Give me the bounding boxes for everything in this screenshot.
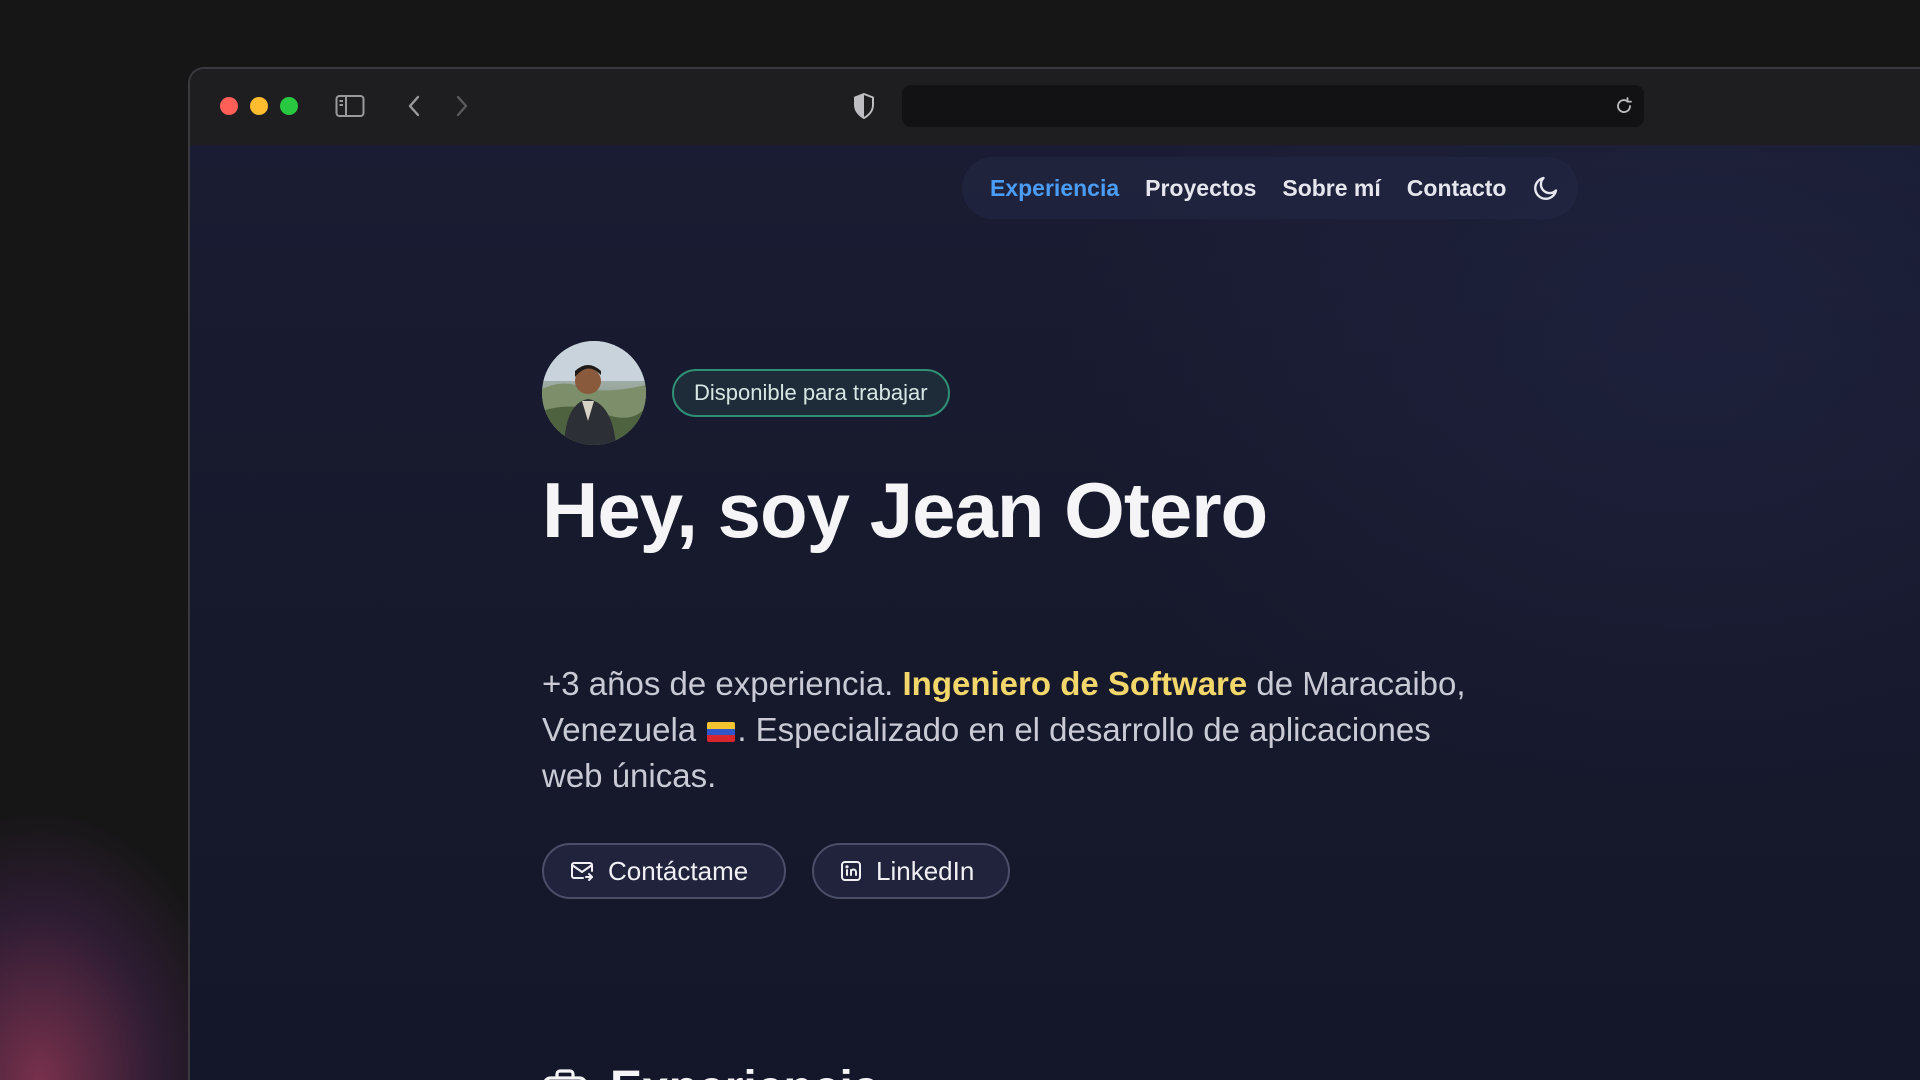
forward-icon[interactable] <box>450 91 474 121</box>
close-window-button[interactable] <box>220 97 238 115</box>
browser-window: Experiencia Proyectos Sobre mí Contacto <box>188 67 1920 1080</box>
back-icon[interactable] <box>402 91 426 121</box>
address-bar[interactable] <box>902 85 1644 127</box>
role-highlight: Ingeniero de Software <box>902 665 1248 702</box>
browser-titlebar <box>190 69 1920 145</box>
nav-link-contacto[interactable]: Contacto <box>1407 175 1507 202</box>
nav-link-proyectos[interactable]: Proyectos <box>1145 175 1256 202</box>
reload-icon[interactable] <box>1612 94 1636 118</box>
linkedin-button-label: LinkedIn <box>876 855 975 886</box>
contact-button-label: Contáctame <box>608 855 749 886</box>
moon-icon[interactable] <box>1532 173 1560 203</box>
privacy-shield-icon[interactable] <box>850 91 878 121</box>
desc-text-1: +3 años de experiencia. <box>542 665 894 702</box>
avatar <box>542 341 646 445</box>
sidebar-toggle-icon[interactable] <box>334 91 366 121</box>
maximize-window-button[interactable] <box>280 97 298 115</box>
hero-description: +3 años de experiencia. Ingeniero de Sof… <box>542 661 1482 799</box>
nav-link-sobre-mi[interactable]: Sobre mí <box>1282 175 1380 202</box>
section-title: Experiencia <box>610 1061 879 1080</box>
experience-section-header: Experiencia <box>542 1061 879 1080</box>
portfolio-page: Experiencia Proyectos Sobre mí Contacto <box>190 145 1920 1080</box>
desktop-background: Experiencia Proyectos Sobre mí Contacto <box>0 0 1920 1080</box>
briefcase-icon <box>543 1068 587 1080</box>
linkedin-icon <box>841 861 861 881</box>
linkedin-button[interactable]: LinkedIn <box>812 843 1010 899</box>
mail-icon <box>571 862 593 881</box>
page-title: Hey, soy Jean Otero <box>542 466 1268 554</box>
venezuela-flag-icon <box>707 722 736 742</box>
nav-link-experiencia[interactable]: Experiencia <box>990 175 1119 202</box>
minimize-window-button[interactable] <box>250 97 268 115</box>
top-navigation: Experiencia Proyectos Sobre mí Contacto <box>962 157 1578 219</box>
contact-button[interactable]: Contáctame <box>542 843 786 899</box>
availability-badge: Disponible para trabajar <box>672 369 950 417</box>
